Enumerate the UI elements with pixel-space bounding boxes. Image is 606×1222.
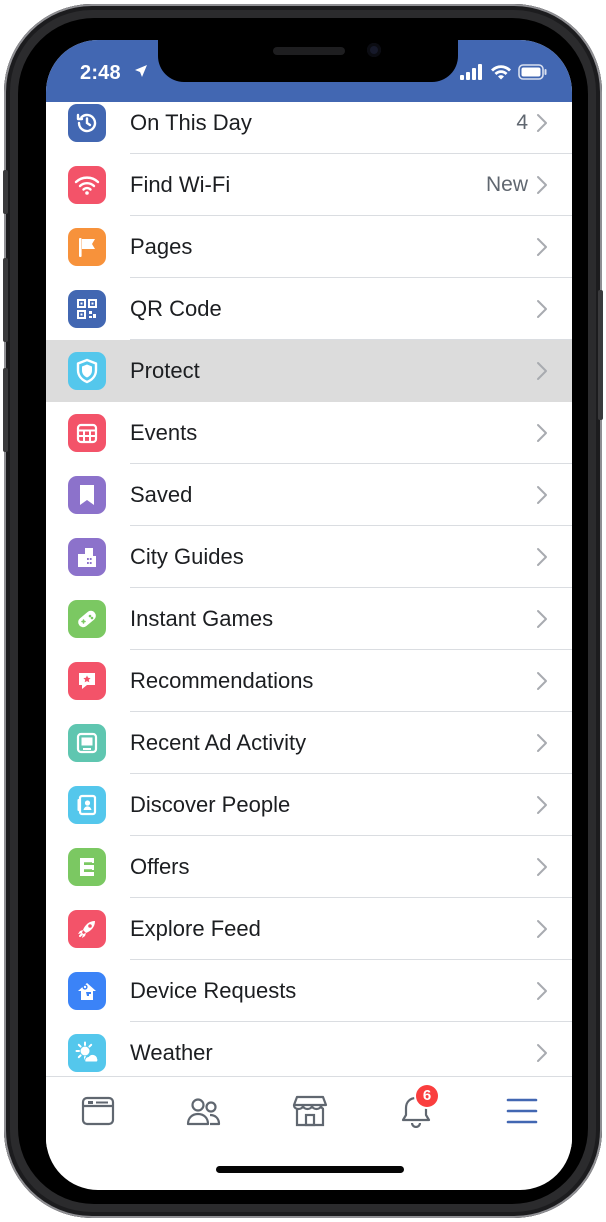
menu-item-label: Instant Games — [130, 606, 274, 631]
menu-item-recommendations[interactable]: Recommendations — [46, 650, 572, 712]
chevron-right-icon — [537, 734, 547, 752]
chevron-right-icon — [537, 920, 547, 938]
status-bar: 2:48 — [46, 40, 572, 102]
offer-icon — [68, 848, 106, 886]
chevron-right-icon — [537, 362, 547, 380]
chevron-right-icon — [537, 672, 547, 690]
menu-item-protect[interactable]: Protect — [46, 340, 572, 402]
volume-up-button — [3, 258, 8, 342]
menu-item-label: Discover People — [130, 792, 291, 817]
menu-item-offers[interactable]: Offers — [46, 836, 572, 898]
menu-item-device-requests[interactable]: Device Requests — [46, 960, 572, 1022]
chevron-right-icon — [537, 1044, 547, 1062]
chevron-right-icon — [537, 238, 547, 256]
menu-item-label: Events — [130, 420, 198, 445]
menu-item-label: Saved — [130, 482, 193, 507]
recommend-icon — [68, 662, 106, 700]
menu-item-events[interactable]: Events — [46, 402, 572, 464]
calendar-icon — [68, 414, 106, 452]
new-badge: New — [485, 173, 528, 196]
chevron-right-icon — [537, 114, 547, 132]
wifi-status-icon — [491, 65, 511, 80]
menu-item-recent-ad-activity[interactable]: Recent Ad Activity — [46, 712, 572, 774]
menu-item-pages[interactable]: Pages — [46, 216, 572, 278]
menu-item-label: Offers — [130, 854, 190, 879]
speaker-grille — [273, 47, 345, 55]
front-camera — [367, 43, 381, 57]
menu-item-find-wifi[interactable]: Find Wi-Fi New — [46, 154, 572, 216]
weather-icon — [68, 1034, 106, 1072]
tab-friends[interactable] — [184, 1091, 224, 1131]
status-time: 2:48 — [80, 62, 121, 84]
chevron-right-icon — [537, 610, 547, 628]
volume-down-button — [3, 368, 8, 452]
cellular-signal-icon — [460, 64, 482, 80]
chevron-right-icon — [537, 176, 547, 194]
screen: On This Day 4 Find Wi-Fi New Pages QR Co… — [46, 40, 572, 1190]
rocket-icon — [68, 910, 106, 948]
menu-item-city-guides[interactable]: City Guides — [46, 526, 572, 588]
chevron-right-icon — [537, 796, 547, 814]
menu-item-label: City Guides — [130, 544, 244, 569]
chevron-right-icon — [537, 300, 547, 318]
flag-icon — [68, 228, 106, 266]
tab-menu[interactable] — [502, 1091, 542, 1131]
hamburger-menu-icon — [506, 1098, 538, 1124]
menu-list: On This Day 4 Find Wi-Fi New Pages QR Co… — [46, 92, 572, 1084]
tab-news-feed[interactable] — [78, 1091, 118, 1131]
battery-icon — [518, 64, 547, 80]
silent-switch — [3, 170, 8, 214]
menu-item-label: Protect — [130, 358, 200, 383]
contact-card-icon — [68, 786, 106, 824]
chevron-right-icon — [537, 486, 547, 504]
monitor-icon — [68, 724, 106, 762]
menu-item-discover-people[interactable]: Discover People — [46, 774, 572, 836]
tab-bar: 6 — [46, 1076, 572, 1147]
menu-item-label: Explore Feed — [130, 916, 261, 941]
menu-item-qr-code[interactable]: QR Code — [46, 278, 572, 340]
gamepad-icon — [68, 600, 106, 638]
news-feed-icon — [81, 1096, 115, 1126]
menu-item-label: Weather — [130, 1040, 213, 1065]
menu-item-label: Device Requests — [130, 978, 297, 1003]
chevron-right-icon — [537, 858, 547, 876]
device-key-icon — [68, 972, 106, 1010]
location-arrow-icon — [135, 65, 147, 77]
home-indicator[interactable] — [216, 1166, 404, 1173]
status-icons — [460, 64, 548, 80]
marketplace-icon — [292, 1095, 328, 1127]
history-icon — [68, 104, 106, 142]
chevron-right-icon — [537, 548, 547, 566]
shield-icon — [68, 352, 106, 390]
power-button — [598, 290, 603, 420]
menu-item-label: Recent Ad Activity — [130, 730, 307, 755]
tab-marketplace[interactable] — [290, 1091, 330, 1131]
notification-badge: 6 — [416, 1085, 438, 1107]
menu-item-explore-feed[interactable]: Explore Feed — [46, 898, 572, 960]
chevron-right-icon — [537, 982, 547, 1000]
menu-item-saved[interactable]: Saved — [46, 464, 572, 526]
notch — [158, 40, 458, 82]
menu-item-label: Recommendations — [130, 668, 314, 693]
menu-item-label: QR Code — [130, 296, 222, 321]
qr-code-icon — [68, 290, 106, 328]
menu-item-label: Find Wi-Fi — [130, 172, 231, 197]
wifi-icon — [68, 166, 106, 204]
menu-item-label: Pages — [130, 234, 193, 259]
chevron-right-icon — [537, 424, 547, 442]
city-icon — [68, 538, 106, 576]
tab-notifications[interactable]: 6 — [396, 1085, 438, 1131]
friends-icon — [186, 1098, 221, 1126]
menu-item-instant-games[interactable]: Instant Games — [46, 588, 572, 650]
menu-item-weather[interactable]: Weather — [46, 1022, 572, 1084]
bookmark-icon — [68, 476, 106, 514]
